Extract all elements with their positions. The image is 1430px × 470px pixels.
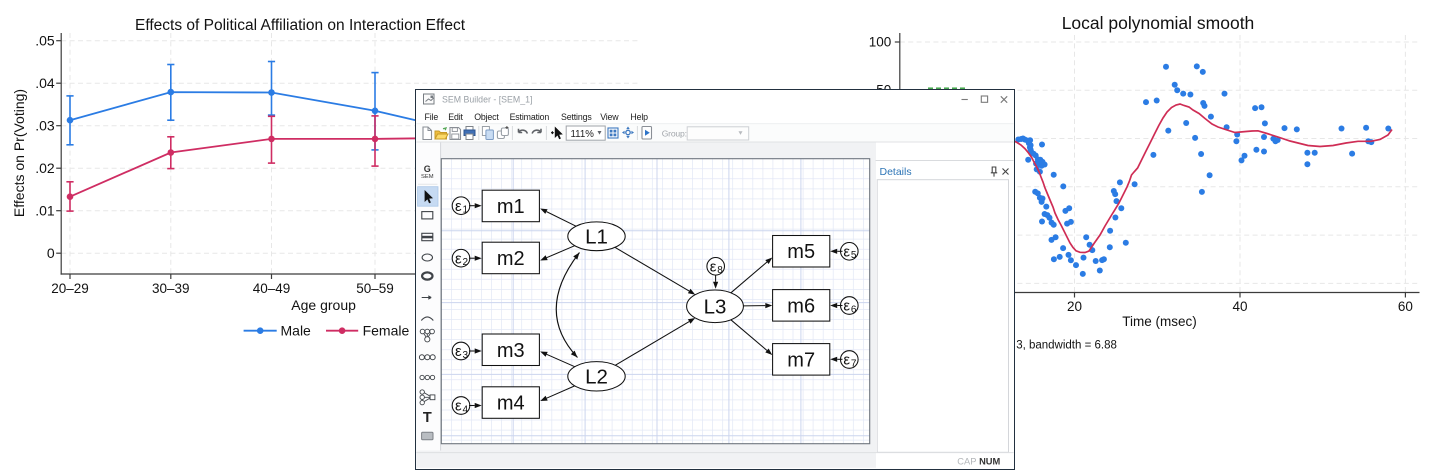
svg-text:SEM: SEM <box>421 174 434 180</box>
svg-text:m7: m7 <box>787 349 815 371</box>
svg-text:ε: ε <box>843 298 850 315</box>
svg-text:L2: L2 <box>585 366 608 389</box>
svg-text:NUM: NUM <box>979 457 1000 467</box>
svg-text:ε: ε <box>455 398 462 415</box>
svg-text:T: T <box>423 410 432 426</box>
svg-text:G: G <box>424 164 431 174</box>
svg-text:6: 6 <box>851 304 857 315</box>
svg-text:Settings: Settings <box>561 112 592 122</box>
svg-text:File: File <box>425 112 439 122</box>
svg-text:m6: m6 <box>787 295 815 317</box>
svg-text:Group:: Group: <box>662 128 687 138</box>
svg-text:View: View <box>600 112 619 122</box>
svg-text:m4: m4 <box>497 393 525 415</box>
svg-text:7: 7 <box>851 358 857 369</box>
svg-text:Help: Help <box>630 112 648 122</box>
svg-text:3: 3 <box>463 350 469 361</box>
svg-text:ε: ε <box>455 343 462 360</box>
svg-text:111%: 111% <box>571 129 595 140</box>
svg-text:ε: ε <box>455 250 462 267</box>
svg-text:m2: m2 <box>497 248 525 270</box>
svg-text:ε: ε <box>843 244 850 261</box>
svg-text:5: 5 <box>851 250 857 261</box>
svg-text:m3: m3 <box>497 340 525 362</box>
svg-text:4: 4 <box>463 404 469 415</box>
svg-text:SEM Builder - [SEM_1]: SEM Builder - [SEM_1] <box>442 95 532 105</box>
svg-text:m1: m1 <box>497 196 525 218</box>
svg-text:m5: m5 <box>787 241 815 263</box>
svg-text:2: 2 <box>463 257 469 268</box>
svg-text:ε: ε <box>843 352 850 369</box>
svg-text:Estimation: Estimation <box>510 112 550 122</box>
svg-text:ε: ε <box>710 259 717 276</box>
svg-text:CAP: CAP <box>957 457 976 467</box>
svg-text:L1: L1 <box>585 226 608 249</box>
svg-text:ε: ε <box>455 198 462 215</box>
svg-text:8: 8 <box>717 265 723 276</box>
svg-text:Object: Object <box>474 112 499 122</box>
svg-text:L3: L3 <box>704 296 727 319</box>
svg-text:1: 1 <box>463 205 469 216</box>
svg-text:Edit: Edit <box>448 112 463 122</box>
svg-text:Details: Details <box>880 166 912 178</box>
